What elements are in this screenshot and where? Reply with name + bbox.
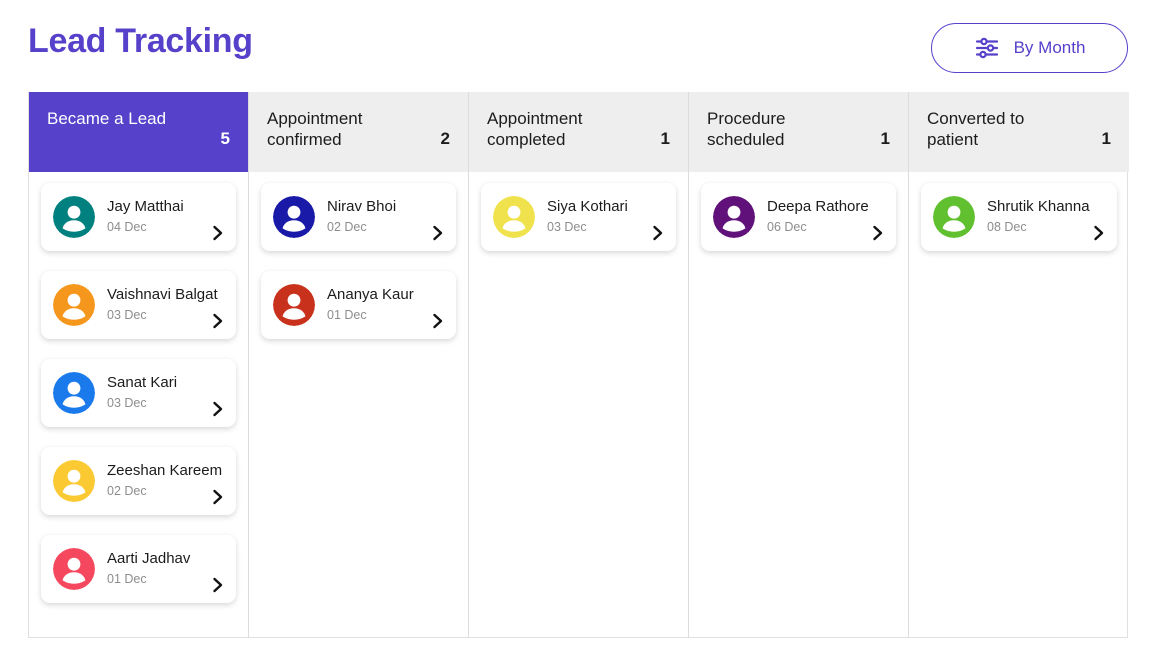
avatar — [273, 196, 315, 238]
top-bar: Lead Tracking By Month — [0, 0, 1158, 92]
lead-name: Vaishnavi Balgat — [107, 286, 218, 304]
lead-date: 02 Dec — [327, 219, 367, 234]
avatar — [713, 196, 755, 238]
lead-card[interactable]: Shrutik Khanna 08 Dec — [921, 183, 1117, 251]
lead-card-text: Aarti Jadhav 01 Dec — [107, 550, 226, 588]
lead-date: 08 Dec — [987, 219, 1027, 234]
column-header-became-a-lead[interactable]: Became a Lead 5 — [29, 92, 248, 172]
lead-name: Nirav Bhoi — [327, 198, 397, 216]
avatar — [53, 460, 95, 502]
column-title: Converted to patient — [927, 109, 1025, 150]
lead-name: Siya Kothari — [547, 198, 628, 216]
board-column-procedure-scheduled: Procedure scheduled 1 Deepa Rathore 06 Dec — [689, 92, 909, 637]
avatar — [53, 548, 95, 590]
lead-card[interactable]: Ananya Kaur 01 Dec — [261, 271, 456, 339]
lead-card-text: Vaishnavi Balgat 03 Dec — [107, 286, 226, 324]
column-cards-procedure-scheduled: Deepa Rathore 06 Dec — [689, 172, 908, 637]
lead-name: Jay Matthai — [107, 198, 184, 216]
lead-card-text: Nirav Bhoi 02 Dec — [327, 198, 446, 236]
lead-card[interactable]: Nirav Bhoi 02 Dec — [261, 183, 456, 251]
lead-name: Zeeshan Kareem — [107, 462, 223, 480]
avatar — [493, 196, 535, 238]
lead-card-text: Ananya Kaur 01 Dec — [327, 286, 446, 324]
lead-date: 04 Dec — [107, 219, 147, 234]
column-cards-converted-to-patient: Shrutik Khanna 08 Dec — [909, 172, 1129, 637]
lead-tracking-board: Became a Lead 5 Jay Matthai 04 Dec Vaishnavi… — [28, 92, 1129, 638]
board-column-appointment-completed: Appointment completed 1 Siya Kothari 03 Dec — [469, 92, 689, 637]
lead-date: 03 Dec — [547, 219, 587, 234]
column-cards-became-a-lead: Jay Matthai 04 Dec Vaishnavi Balgat 03 Dec S… — [29, 172, 248, 637]
column-cards-appointment-completed: Siya Kothari 03 Dec — [469, 172, 688, 637]
column-title: Appointment confirmed — [267, 109, 363, 150]
lead-card[interactable]: Siya Kothari 03 Dec — [481, 183, 676, 251]
lead-card[interactable]: Vaishnavi Balgat 03 Dec — [41, 271, 236, 339]
column-header-appointment-confirmed[interactable]: Appointment confirmed 2 — [249, 92, 468, 172]
column-title: Procedure scheduled — [707, 109, 786, 150]
by-month-label: By Month — [1013, 38, 1086, 57]
lead-date: 01 Dec — [327, 307, 367, 322]
avatar — [53, 284, 95, 326]
lead-name: Sanat Kari — [107, 374, 178, 392]
board-column-converted-to-patient: Converted to patient 1 Shrutik Khanna 08 De… — [909, 92, 1129, 637]
lead-card-text: Sanat Kari 03 Dec — [107, 374, 226, 412]
column-cards-appointment-confirmed: Nirav Bhoi 02 Dec Ananya Kaur 01 Dec — [249, 172, 468, 637]
column-count-badge: 1 — [660, 129, 670, 148]
lead-date: 03 Dec — [107, 307, 147, 322]
avatar — [53, 372, 95, 414]
lead-card[interactable]: Aarti Jadhav 01 Dec — [41, 535, 236, 603]
lead-card[interactable]: Zeeshan Kareem 02 Dec — [41, 447, 236, 515]
lead-card[interactable]: Sanat Kari 03 Dec — [41, 359, 236, 427]
lead-card-text: Deepa Rathore 06 Dec — [767, 198, 886, 236]
by-month-filter-button[interactable]: By Month — [931, 23, 1128, 73]
page-title: Lead Tracking — [28, 22, 253, 60]
avatar — [933, 196, 975, 238]
lead-name: Aarti Jadhav — [107, 550, 191, 568]
lead-card-text: Zeeshan Kareem 02 Dec — [107, 462, 226, 500]
lead-date: 03 Dec — [107, 395, 147, 410]
column-count-badge: 1 — [1101, 129, 1111, 148]
column-count-badge: 1 — [880, 129, 890, 148]
sliders-icon — [974, 35, 1000, 61]
lead-name: Deepa Rathore — [767, 198, 869, 216]
lead-name: Ananya Kaur — [327, 286, 414, 304]
column-title: Appointment completed — [487, 109, 583, 150]
column-count-badge: 5 — [220, 129, 230, 148]
avatar — [53, 196, 95, 238]
board-column-became-a-lead: Became a Lead 5 Jay Matthai 04 Dec Vaishnavi… — [29, 92, 249, 637]
lead-card[interactable]: Deepa Rathore 06 Dec — [701, 183, 896, 251]
column-header-procedure-scheduled[interactable]: Procedure scheduled 1 — [689, 92, 908, 172]
lead-card[interactable]: Jay Matthai 04 Dec — [41, 183, 236, 251]
lead-date: 06 Dec — [767, 219, 807, 234]
lead-name: Shrutik Khanna — [987, 198, 1090, 216]
lead-date: 02 Dec — [107, 483, 147, 498]
column-title: Became a Lead — [47, 109, 167, 128]
lead-date: 01 Dec — [107, 571, 147, 586]
column-header-appointment-completed[interactable]: Appointment completed 1 — [469, 92, 688, 172]
lead-card-text: Jay Matthai 04 Dec — [107, 198, 226, 236]
lead-card-text: Siya Kothari 03 Dec — [547, 198, 666, 236]
lead-card-text: Shrutik Khanna 08 Dec — [987, 198, 1107, 236]
column-count-badge: 2 — [440, 129, 450, 148]
board-column-appointment-confirmed: Appointment confirmed 2 Nirav Bhoi 02 Dec An… — [249, 92, 469, 637]
column-header-converted-to-patient[interactable]: Converted to patient 1 — [909, 92, 1129, 172]
avatar — [273, 284, 315, 326]
